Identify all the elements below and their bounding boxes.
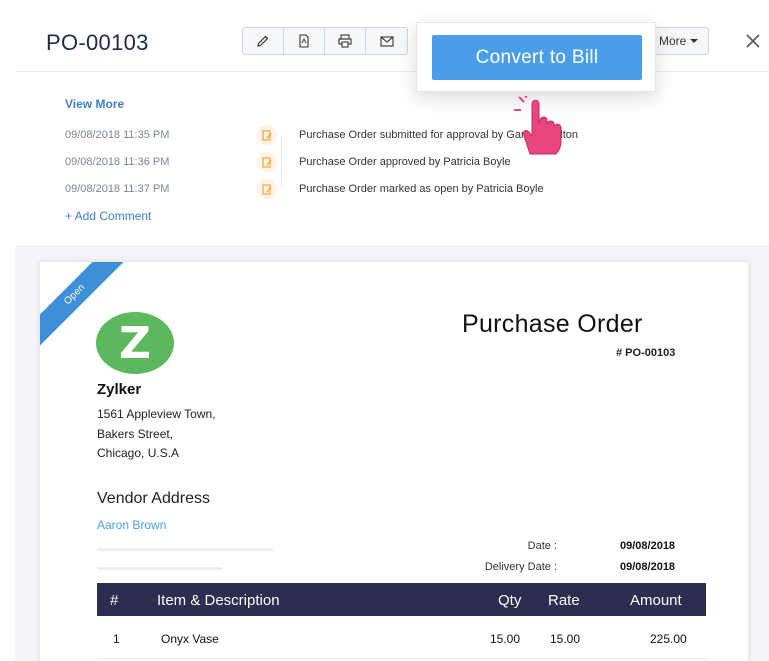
history-note-icon <box>257 179 277 199</box>
company-logo: Z <box>96 312 174 374</box>
history-entry: 09/08/2018 11:36 PM Purchase Order appro… <box>65 152 511 172</box>
column-header-number: # <box>110 592 119 609</box>
delivery-date-value: 09/08/2018 <box>620 561 676 573</box>
placeholder-line <box>97 567 222 570</box>
history-time: 09/08/2018 11:36 PM <box>65 156 170 168</box>
more-button[interactable]: More <box>648 27 710 55</box>
edit-button[interactable] <box>243 28 284 54</box>
pdf-icon <box>299 34 309 48</box>
history-time: 09/08/2018 11:37 PM <box>65 183 170 195</box>
column-header-amount: Amount <box>630 592 682 609</box>
row-rate: 15.00 <box>550 632 581 646</box>
row-qty: 15.00 <box>490 632 521 646</box>
history-text: Purchase Order marked as open by Patrici… <box>299 183 544 195</box>
document-title: Purchase Order <box>462 310 643 338</box>
purchase-order-document: Open Z Zylker 1561 Appleview Town, Baker… <box>40 262 748 661</box>
history-time: 09/08/2018 11:35 PM <box>65 129 170 141</box>
document-number: # PO-00103 <box>616 347 676 359</box>
column-header-item: Item & Description <box>157 592 280 609</box>
pointer-hand-icon <box>514 96 562 155</box>
more-label: More <box>659 34 687 48</box>
vendor-name-link[interactable]: Aaron Brown <box>97 518 166 532</box>
chevron-down-icon <box>690 39 699 43</box>
history-entry: 09/08/2018 11:35 PM Purchase Order submi… <box>65 125 578 145</box>
column-header-qty: Qty <box>498 592 522 609</box>
email-button[interactable] <box>366 28 407 54</box>
row-amount: 225.00 <box>650 632 687 646</box>
vendor-address-label: Vendor Address <box>97 490 210 507</box>
add-comment-link[interactable]: + Add Comment <box>65 209 151 223</box>
edit-icon <box>257 35 269 47</box>
row-divider <box>97 658 706 659</box>
row-item: Onyx Vase <box>161 632 219 646</box>
logo-letter: Z <box>119 317 151 369</box>
company-address-line: Chicago, U.S.A <box>97 446 180 460</box>
company-address-line: Bakers Street, <box>97 427 174 441</box>
history-note-icon <box>257 152 277 172</box>
print-icon <box>338 34 352 48</box>
print-button[interactable] <box>325 28 366 54</box>
action-toolbar <box>242 27 408 55</box>
placeholder-line <box>97 548 273 551</box>
company-address-line: 1561 Appleview Town, <box>97 407 216 421</box>
activity-history: View More 09/08/2018 11:35 PM Purchase O… <box>15 73 769 245</box>
date-label: Date : <box>527 540 557 552</box>
view-more-link[interactable]: View More <box>65 97 124 111</box>
history-note-icon <box>257 125 277 145</box>
delivery-date-label: Delivery Date : <box>484 561 557 573</box>
convert-to-bill-button[interactable]: Convert to Bill <box>432 35 642 80</box>
row-number: 1 <box>113 632 120 646</box>
column-header-rate: Rate <box>548 592 580 609</box>
email-icon <box>379 36 394 47</box>
company-name: Zylker <box>97 381 142 398</box>
close-icon <box>746 34 760 48</box>
convert-popup: Convert to Bill <box>416 22 656 92</box>
history-text: Purchase Order approved by Patricia Boyl… <box>299 156 511 168</box>
page-title: PO-00103 <box>46 30 149 55</box>
date-value: 09/08/2018 <box>620 540 676 552</box>
pdf-button[interactable] <box>284 28 325 54</box>
close-button[interactable] <box>742 30 764 52</box>
history-entry: 09/08/2018 11:37 PM Purchase Order marke… <box>65 179 544 199</box>
items-table-header: # Item & Description Qty Rate Amount <box>97 583 706 616</box>
